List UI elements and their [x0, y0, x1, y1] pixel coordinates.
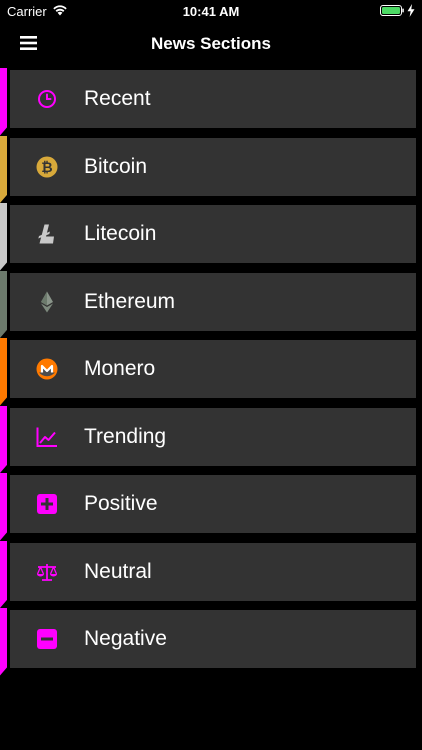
section-row-recent[interactable]: Recent — [0, 68, 422, 136]
section-card[interactable]: Monero — [10, 340, 416, 398]
section-label: Neutral — [84, 559, 152, 583]
section-card[interactable]: ₿ Bitcoin — [10, 137, 416, 196]
section-row-litecoin[interactable]: Litecoin — [0, 203, 422, 271]
section-row-monero[interactable]: Monero — [0, 338, 422, 406]
section-label: Negative — [84, 627, 167, 650]
monero-icon — [36, 358, 58, 380]
page-title: News Sections — [151, 34, 271, 53]
section-card[interactable]: Positive — [10, 475, 416, 533]
section-card[interactable]: Negative — [10, 610, 416, 668]
nav-bar: News Sections — [0, 22, 422, 66]
section-label: Trending — [84, 424, 167, 448]
section-label: Positive — [84, 492, 158, 515]
section-label: Bitcoin — [84, 154, 148, 178]
section-card[interactable]: Trending — [10, 407, 416, 466]
section-card[interactable]: Litecoin — [10, 205, 416, 263]
section-label: Litecoin — [84, 222, 157, 245]
section-row-trending[interactable]: Trending — [0, 405, 422, 473]
litecoin-icon — [38, 224, 54, 244]
section-card[interactable]: Ethereum — [10, 272, 416, 331]
status-bar: Carrier 10:41 AM — [0, 0, 422, 22]
svg-text:₿: ₿ — [41, 159, 52, 175]
section-color-stripe — [0, 473, 7, 541]
section-color-stripe — [0, 540, 7, 608]
section-row-negative[interactable]: Negative — [0, 608, 422, 676]
section-row-ethereum[interactable]: Ethereum — [0, 270, 422, 338]
minus-square-icon — [37, 629, 57, 649]
section-color-stripe — [0, 68, 7, 136]
charging-icon — [407, 4, 415, 17]
section-color-stripe — [0, 270, 7, 338]
bitcoin-icon: ₿ — [36, 156, 58, 177]
section-color-stripe — [0, 203, 7, 271]
scale-icon — [36, 563, 58, 581]
section-color-stripe — [0, 338, 7, 406]
battery-icon — [380, 5, 404, 16]
section-row-positive[interactable]: Positive — [0, 473, 422, 541]
clock-icon — [38, 90, 56, 108]
ethereum-icon — [41, 291, 53, 312]
section-card[interactable]: Neutral — [10, 542, 416, 601]
section-row-neutral[interactable]: Neutral — [0, 540, 422, 608]
trending-chart-icon — [36, 427, 57, 447]
section-color-stripe — [0, 135, 7, 203]
section-row-bitcoin[interactable]: ₿ Bitcoin — [0, 135, 422, 203]
section-color-stripe — [0, 608, 7, 676]
section-label: Ethereum — [84, 289, 176, 313]
section-card[interactable]: Recent — [10, 70, 416, 128]
section-color-stripe — [0, 405, 7, 473]
section-label: Monero — [84, 357, 156, 380]
status-time: 10:41 AM — [182, 4, 240, 19]
plus-square-icon — [37, 494, 57, 514]
section-label: Recent — [84, 87, 151, 110]
